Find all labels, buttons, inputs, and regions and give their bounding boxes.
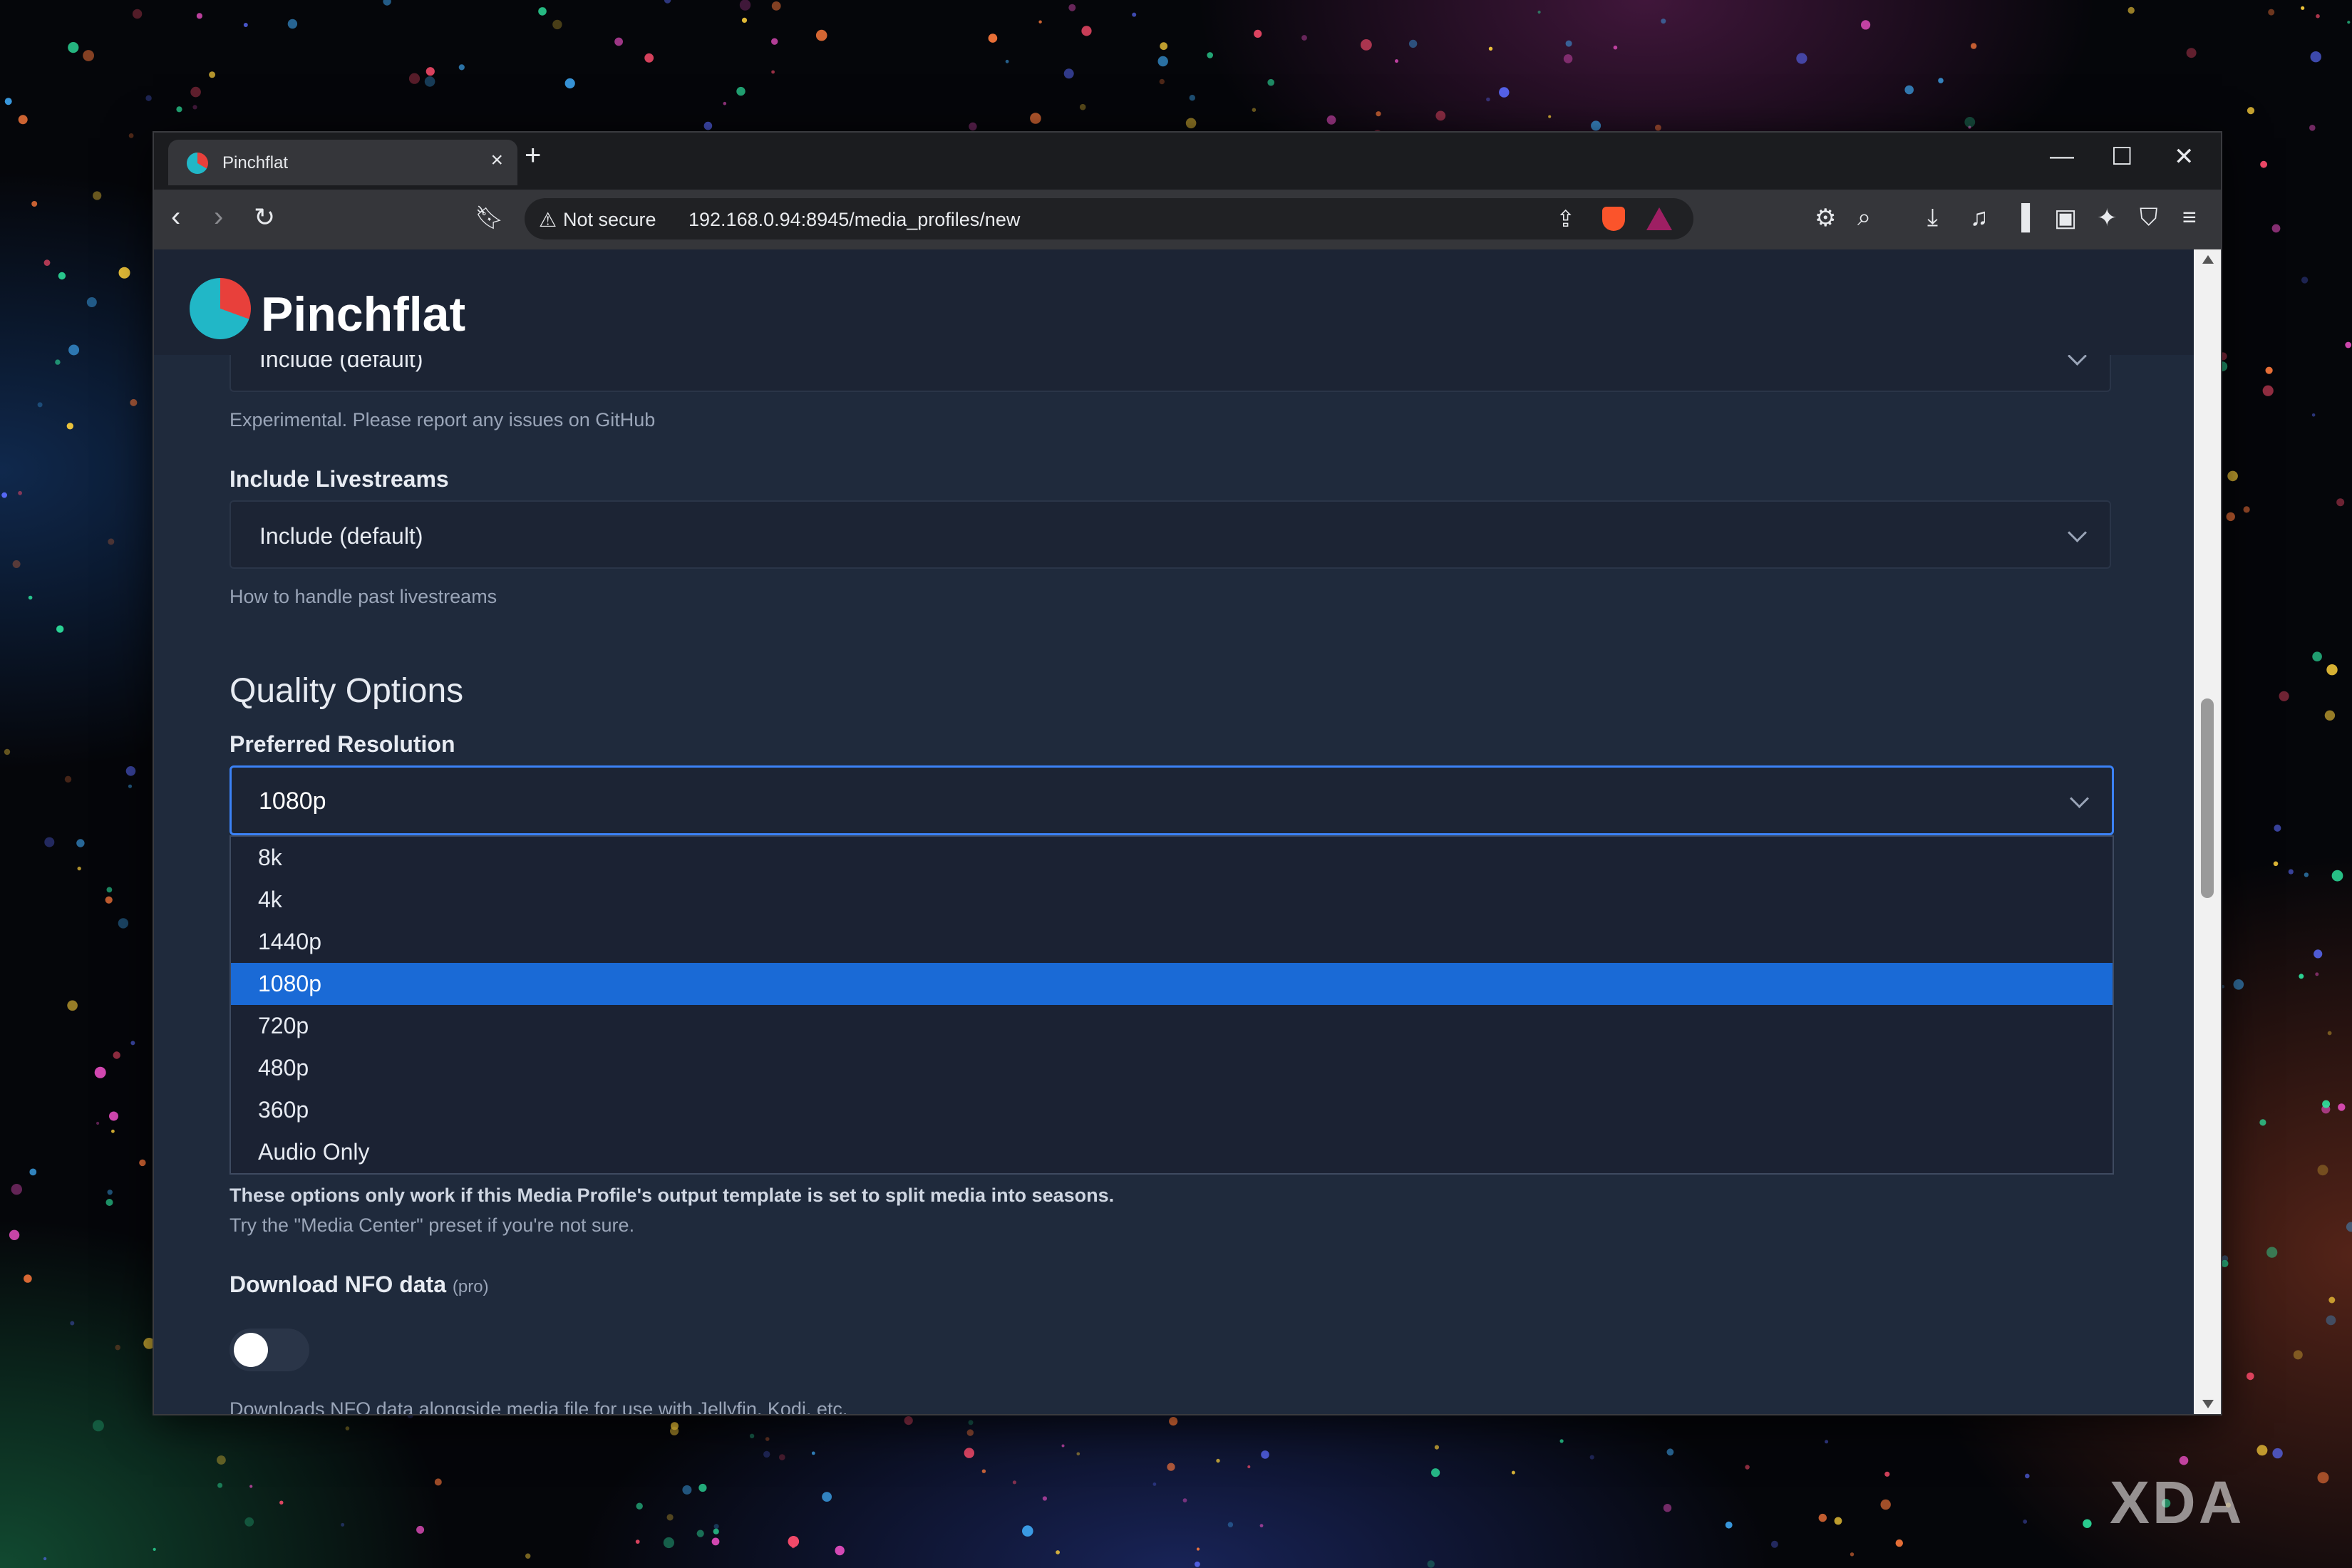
browser-window: Pinchflat × + — ☐ ✕ ‹ › ↻ 🔖︎ ⚠ Not secur… xyxy=(153,131,2222,1415)
scroll-up-icon[interactable] xyxy=(2202,255,2214,264)
livestreams-label: Include Livestreams xyxy=(229,466,449,492)
scrollbar-thumb[interactable] xyxy=(2201,698,2214,898)
new-tab-icon[interactable]: + xyxy=(525,140,541,172)
tab-search-icon[interactable]: ⌕ xyxy=(1857,204,1871,232)
wallet-icon[interactable]: ▣ xyxy=(2054,204,2077,232)
livestreams-help: How to handle past livestreams xyxy=(229,586,497,607)
chevron-down-icon xyxy=(2068,355,2087,366)
download-icon[interactable]: ⤓ xyxy=(1927,204,1938,232)
chevron-down-icon xyxy=(2068,523,2087,542)
quality-options-heading: Quality Options xyxy=(229,672,464,710)
livestreams-select[interactable]: Include (default) xyxy=(229,500,2111,569)
browser-toolbar: ‹ › ↻ 🔖︎ ⚠ Not secure 192.168.0.94:8945/… xyxy=(154,190,2221,249)
share-icon[interactable]: ⇪ xyxy=(1556,205,1575,232)
sidebar-icon[interactable]: ▐ xyxy=(2013,204,2030,232)
resolution-option-1440p[interactable]: 1440p xyxy=(231,921,2113,963)
pro-badge: (pro) xyxy=(452,1277,489,1296)
previous-select[interactable]: Include (default) xyxy=(229,355,2111,392)
web-page: Pinchflat Include (default) Experimental… xyxy=(154,249,2221,1414)
download-nfo-label: Download NFO data (pro) xyxy=(229,1272,489,1298)
minimize-icon[interactable]: — xyxy=(2050,143,2074,170)
previous-select-value: Include (default) xyxy=(259,355,423,372)
maximize-icon[interactable]: ☐ xyxy=(2111,143,2132,171)
pinchflat-favicon-icon xyxy=(187,153,208,174)
download-nfo-toggle[interactable] xyxy=(229,1329,309,1371)
resolution-option-720p[interactable]: 720p xyxy=(231,1005,2113,1047)
chevron-down-icon xyxy=(2070,789,2089,808)
address-bar[interactable]: ⚠ Not secure 192.168.0.94:8945/media_pro… xyxy=(525,198,1693,239)
resolution-option-audio-only[interactable]: Audio Only xyxy=(231,1131,2113,1173)
download-nfo-help: Downloads NFO data alongside media file … xyxy=(229,1398,848,1414)
tab-pinchflat[interactable]: Pinchflat × xyxy=(168,140,517,185)
previous-select-help: Experimental. Please report any issues o… xyxy=(229,409,656,430)
leo-ai-icon[interactable]: ✦ xyxy=(2097,204,2118,232)
seasons-note-bold: These options only work if this Media Pr… xyxy=(229,1185,1115,1206)
livestreams-select-value: Include (default) xyxy=(259,523,423,549)
reload-icon[interactable]: ↻ xyxy=(254,202,275,232)
brave-rewards-icon[interactable] xyxy=(1646,207,1672,230)
resolution-dropdown-list: 8k 4k 1440p 1080p 720p 480p 360p Audio O… xyxy=(229,835,2114,1175)
bookmark-icon[interactable]: 🔖︎ xyxy=(475,204,504,231)
forward-icon[interactable]: › xyxy=(214,201,223,233)
toggle-knob xyxy=(234,1333,268,1367)
brave-shields-icon[interactable] xyxy=(1602,207,1625,231)
not-secure-label[interactable]: Not secure xyxy=(563,209,656,231)
preferred-resolution-label: Preferred Resolution xyxy=(229,731,455,757)
resolution-option-8k[interactable]: 8k xyxy=(231,837,2113,879)
warning-icon: ⚠ xyxy=(539,209,557,231)
download-nfo-label-text: Download NFO data xyxy=(229,1272,446,1297)
seasons-note: Try the "Media Center" preset if you're … xyxy=(229,1214,635,1236)
xda-watermark: XDA xyxy=(2110,1469,2245,1536)
resolution-option-4k[interactable]: 4k xyxy=(231,879,2113,921)
tab-title: Pinchflat xyxy=(222,153,289,172)
app-header: Pinchflat xyxy=(154,249,2194,355)
form-content: Include (default) Experimental. Please r… xyxy=(190,355,2158,1414)
tab-bar: Pinchflat × + — ☐ ✕ xyxy=(154,133,2221,190)
resolution-option-360p[interactable]: 360p xyxy=(231,1089,2113,1131)
resolution-option-1080p[interactable]: 1080p xyxy=(231,963,2113,1005)
close-tab-icon[interactable]: × xyxy=(490,148,503,172)
preferred-resolution-value: 1080p xyxy=(259,788,326,815)
app-logo-text: Pinchflat xyxy=(261,287,466,341)
media-icon[interactable]: ♫ xyxy=(1970,204,1989,232)
resolution-option-480p[interactable]: 480p xyxy=(231,1047,2113,1089)
close-window-icon[interactable]: ✕ xyxy=(2174,143,2194,171)
url-text[interactable]: 192.168.0.94:8945/media_profiles/new xyxy=(688,209,1020,231)
scroll-down-icon[interactable] xyxy=(2202,1400,2214,1408)
vpn-icon[interactable]: ⛉ xyxy=(2140,204,2158,232)
menu-icon[interactable]: ≡ xyxy=(2182,204,2197,232)
page-scrollbar[interactable] xyxy=(2194,249,2221,1414)
pinchflat-logo-icon xyxy=(190,278,251,339)
extensions-icon[interactable]: ⚙ xyxy=(1815,204,1836,232)
back-icon[interactable]: ‹ xyxy=(171,201,180,233)
preferred-resolution-select[interactable]: 1080p xyxy=(229,765,2114,835)
